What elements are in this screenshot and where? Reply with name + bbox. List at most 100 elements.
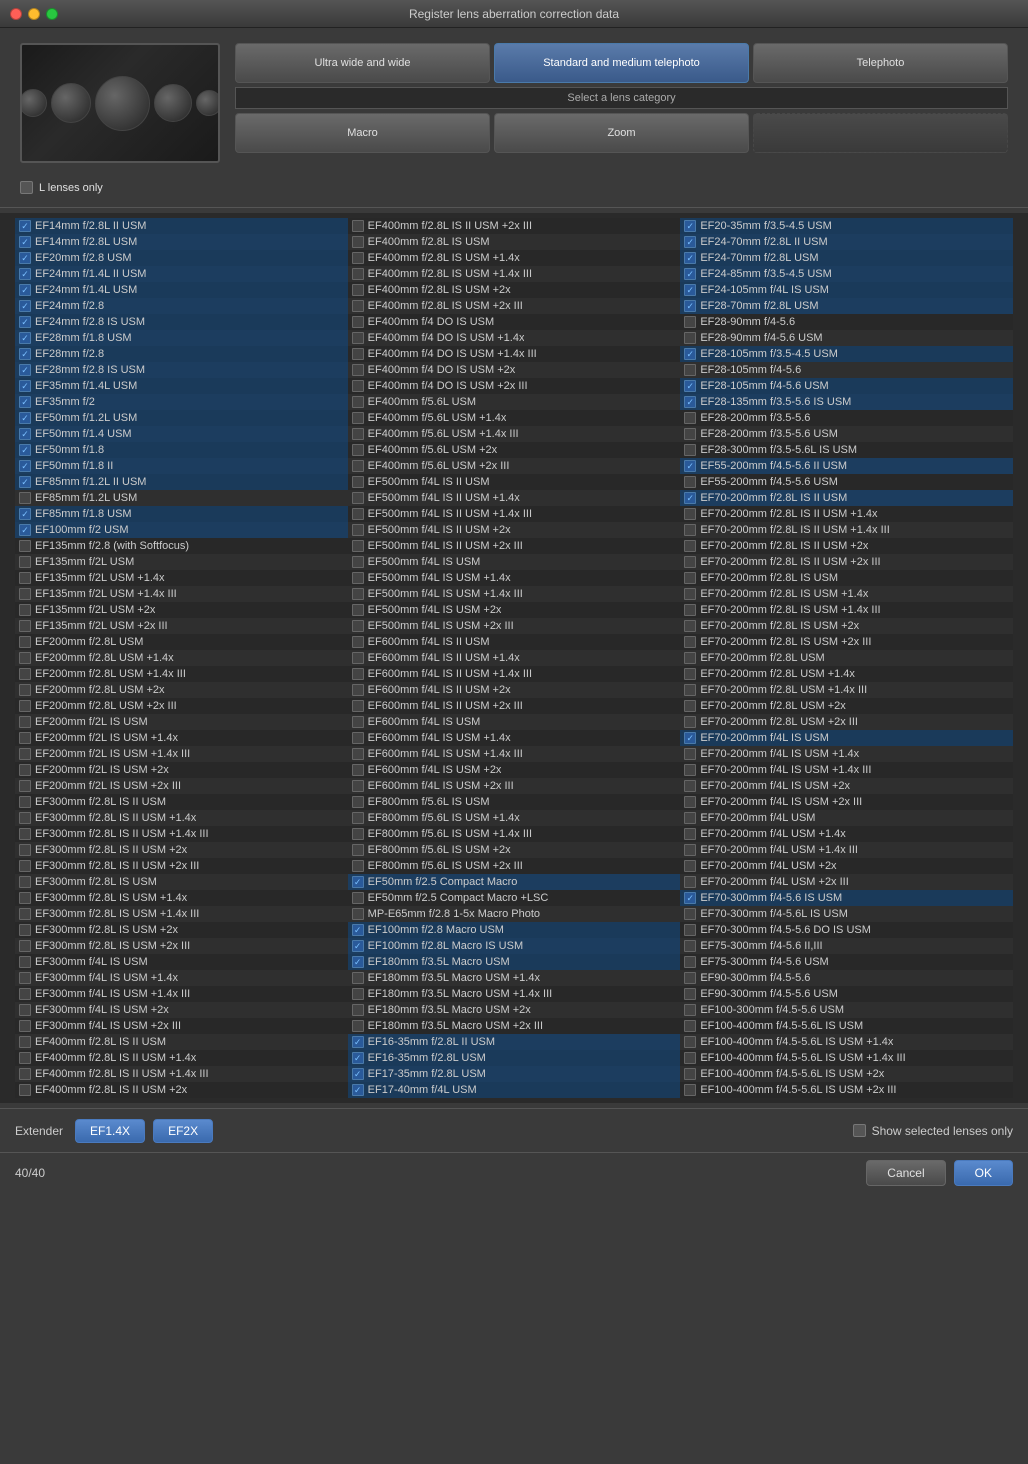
list-item[interactable]: EF400mm f/4 DO IS USM +1.4x bbox=[348, 330, 681, 346]
lens-checkbox[interactable] bbox=[352, 348, 364, 360]
list-item[interactable]: ✓EF50mm f/1.4 USM bbox=[15, 426, 348, 442]
lens-checkbox[interactable] bbox=[19, 1068, 31, 1080]
lens-checkbox[interactable]: ✓ bbox=[684, 396, 696, 408]
lens-checkbox[interactable] bbox=[684, 668, 696, 680]
lens-checkbox[interactable] bbox=[352, 476, 364, 488]
list-item[interactable]: EF300mm f/2.8L IS USM bbox=[15, 874, 348, 890]
list-item[interactable]: ✓EF24mm f/1.4L II USM bbox=[15, 266, 348, 282]
lens-checkbox[interactable] bbox=[352, 556, 364, 568]
list-item[interactable]: MP-E65mm f/2.8 1-5x Macro Photo bbox=[348, 906, 681, 922]
lens-checkbox[interactable] bbox=[19, 604, 31, 616]
lens-checkbox[interactable] bbox=[19, 1004, 31, 1016]
lens-checkbox[interactable]: ✓ bbox=[684, 268, 696, 280]
list-item[interactable]: EF70-200mm f/2.8L IS USM bbox=[680, 570, 1013, 586]
list-item[interactable]: ✓EF50mm f/1.8 II bbox=[15, 458, 348, 474]
lens-checkbox[interactable] bbox=[684, 1084, 696, 1096]
lens-checkbox[interactable] bbox=[352, 460, 364, 472]
list-item[interactable]: EF600mm f/4L IS USM bbox=[348, 714, 681, 730]
list-item[interactable]: ✓EF50mm f/1.2L USM bbox=[15, 410, 348, 426]
lens-checkbox[interactable]: ✓ bbox=[19, 396, 31, 408]
list-item[interactable]: EF400mm f/2.8L IS II USM +1.4x bbox=[15, 1050, 348, 1066]
list-item[interactable]: ✓EF100mm f/2.8L Macro IS USM bbox=[348, 938, 681, 954]
lens-checkbox[interactable]: ✓ bbox=[352, 924, 364, 936]
lens-checkbox[interactable] bbox=[19, 588, 31, 600]
lens-checkbox[interactable] bbox=[684, 1036, 696, 1048]
lens-checkbox[interactable] bbox=[352, 588, 364, 600]
list-item[interactable]: EF200mm f/2.8L USM +2x bbox=[15, 682, 348, 698]
list-item[interactable]: EF70-200mm f/4L USM +1.4x bbox=[680, 826, 1013, 842]
list-item[interactable]: EF70-200mm f/2.8L IS II USM +1.4x III bbox=[680, 522, 1013, 538]
lens-checkbox[interactable] bbox=[684, 604, 696, 616]
list-item[interactable]: EF28-200mm f/3.5-5.6 USM bbox=[680, 426, 1013, 442]
list-item[interactable]: EF500mm f/4L IS USM +2x bbox=[348, 602, 681, 618]
list-item[interactable]: EF300mm f/2.8L IS USM +2x bbox=[15, 922, 348, 938]
list-item[interactable]: EF800mm f/5.6L IS USM +1.4x III bbox=[348, 826, 681, 842]
list-item[interactable]: EF70-200mm f/4L USM +2x bbox=[680, 858, 1013, 874]
lens-checkbox[interactable]: ✓ bbox=[19, 444, 31, 456]
lens-checkbox[interactable] bbox=[684, 652, 696, 664]
lens-checkbox[interactable] bbox=[684, 1068, 696, 1080]
lens-checkbox[interactable] bbox=[684, 748, 696, 760]
lens-checkbox[interactable] bbox=[352, 972, 364, 984]
lens-checkbox[interactable] bbox=[684, 700, 696, 712]
lens-checkbox[interactable] bbox=[684, 588, 696, 600]
lens-checkbox[interactable] bbox=[19, 844, 31, 856]
lens-checkbox[interactable] bbox=[352, 284, 364, 296]
lens-checkbox[interactable] bbox=[352, 860, 364, 872]
lens-checkbox[interactable] bbox=[352, 380, 364, 392]
lens-checkbox[interactable] bbox=[684, 428, 696, 440]
lens-checkbox[interactable] bbox=[684, 444, 696, 456]
lens-checkbox[interactable]: ✓ bbox=[19, 252, 31, 264]
lens-checkbox[interactable] bbox=[684, 316, 696, 328]
lens-checkbox[interactable] bbox=[19, 1020, 31, 1032]
list-item[interactable]: EF400mm f/2.8L IS II USM bbox=[15, 1034, 348, 1050]
list-item[interactable]: EF500mm f/4L IS II USM +2x bbox=[348, 522, 681, 538]
list-item[interactable]: ✓EF70-200mm f/2.8L IS II USM bbox=[680, 490, 1013, 506]
list-item[interactable]: EF400mm f/5.6L USM +2x III bbox=[348, 458, 681, 474]
list-item[interactable]: EF180mm f/3.5L Macro USM +1.4x bbox=[348, 970, 681, 986]
lens-checkbox[interactable] bbox=[19, 620, 31, 632]
list-item[interactable]: ✓EF24mm f/1.4L USM bbox=[15, 282, 348, 298]
lens-checkbox[interactable] bbox=[352, 892, 364, 904]
list-item[interactable]: EF70-200mm f/4L IS USM +1.4x III bbox=[680, 762, 1013, 778]
list-item[interactable]: EF400mm f/4 DO IS USM +2x III bbox=[348, 378, 681, 394]
list-item[interactable]: EF180mm f/3.5L Macro USM +2x III bbox=[348, 1018, 681, 1034]
lens-checkbox[interactable] bbox=[19, 988, 31, 1000]
lens-checkbox[interactable] bbox=[352, 684, 364, 696]
lens-checkbox[interactable] bbox=[19, 812, 31, 824]
list-item[interactable]: EF70-200mm f/4L USM +1.4x III bbox=[680, 842, 1013, 858]
list-item[interactable]: EF135mm f/2L USM +2x III bbox=[15, 618, 348, 634]
list-item[interactable]: EF70-200mm f/2.8L IS II USM +1.4x bbox=[680, 506, 1013, 522]
list-item[interactable]: EF300mm f/2.8L IS II USM +2x III bbox=[15, 858, 348, 874]
list-item[interactable]: EF70-200mm f/2.8L IS USM +2x bbox=[680, 618, 1013, 634]
show-selected-checkbox[interactable] bbox=[853, 1124, 866, 1137]
lens-checkbox[interactable] bbox=[684, 764, 696, 776]
list-item[interactable]: EF400mm f/5.6L USM bbox=[348, 394, 681, 410]
lens-checkbox[interactable] bbox=[684, 780, 696, 792]
list-item[interactable]: ✓EF14mm f/2.8L II USM bbox=[15, 218, 348, 234]
list-item[interactable]: EF28-200mm f/3.5-5.6 bbox=[680, 410, 1013, 426]
lens-checkbox[interactable]: ✓ bbox=[352, 940, 364, 952]
lens-checkbox[interactable]: ✓ bbox=[684, 252, 696, 264]
category-telephoto[interactable]: Telephoto bbox=[753, 43, 1008, 83]
lens-checkbox[interactable] bbox=[352, 604, 364, 616]
extender-2x-button[interactable]: EF2X bbox=[153, 1119, 213, 1143]
list-item[interactable]: EF200mm f/2L IS USM +1.4x bbox=[15, 730, 348, 746]
list-item[interactable]: ✓EF35mm f/2 bbox=[15, 394, 348, 410]
lens-checkbox[interactable]: ✓ bbox=[352, 956, 364, 968]
lens-checkbox[interactable]: ✓ bbox=[19, 508, 31, 520]
lens-checkbox[interactable]: ✓ bbox=[19, 284, 31, 296]
lens-checkbox[interactable] bbox=[684, 860, 696, 872]
lens-checkbox[interactable] bbox=[352, 236, 364, 248]
list-item[interactable]: ✓EF17-40mm f/4L USM bbox=[348, 1082, 681, 1098]
lens-checkbox[interactable]: ✓ bbox=[684, 284, 696, 296]
lens-checkbox[interactable] bbox=[684, 908, 696, 920]
list-item[interactable]: EF90-300mm f/4.5-5.6 USM bbox=[680, 986, 1013, 1002]
list-item[interactable]: EF400mm f/2.8L IS USM +2x bbox=[348, 282, 681, 298]
list-item[interactable]: EF400mm f/4 DO IS USM +2x bbox=[348, 362, 681, 378]
list-item[interactable]: EF135mm f/2L USM +2x bbox=[15, 602, 348, 618]
lens-checkbox[interactable] bbox=[19, 924, 31, 936]
lens-checkbox[interactable] bbox=[352, 780, 364, 792]
lens-checkbox[interactable] bbox=[19, 492, 31, 504]
lens-checkbox[interactable]: ✓ bbox=[19, 348, 31, 360]
